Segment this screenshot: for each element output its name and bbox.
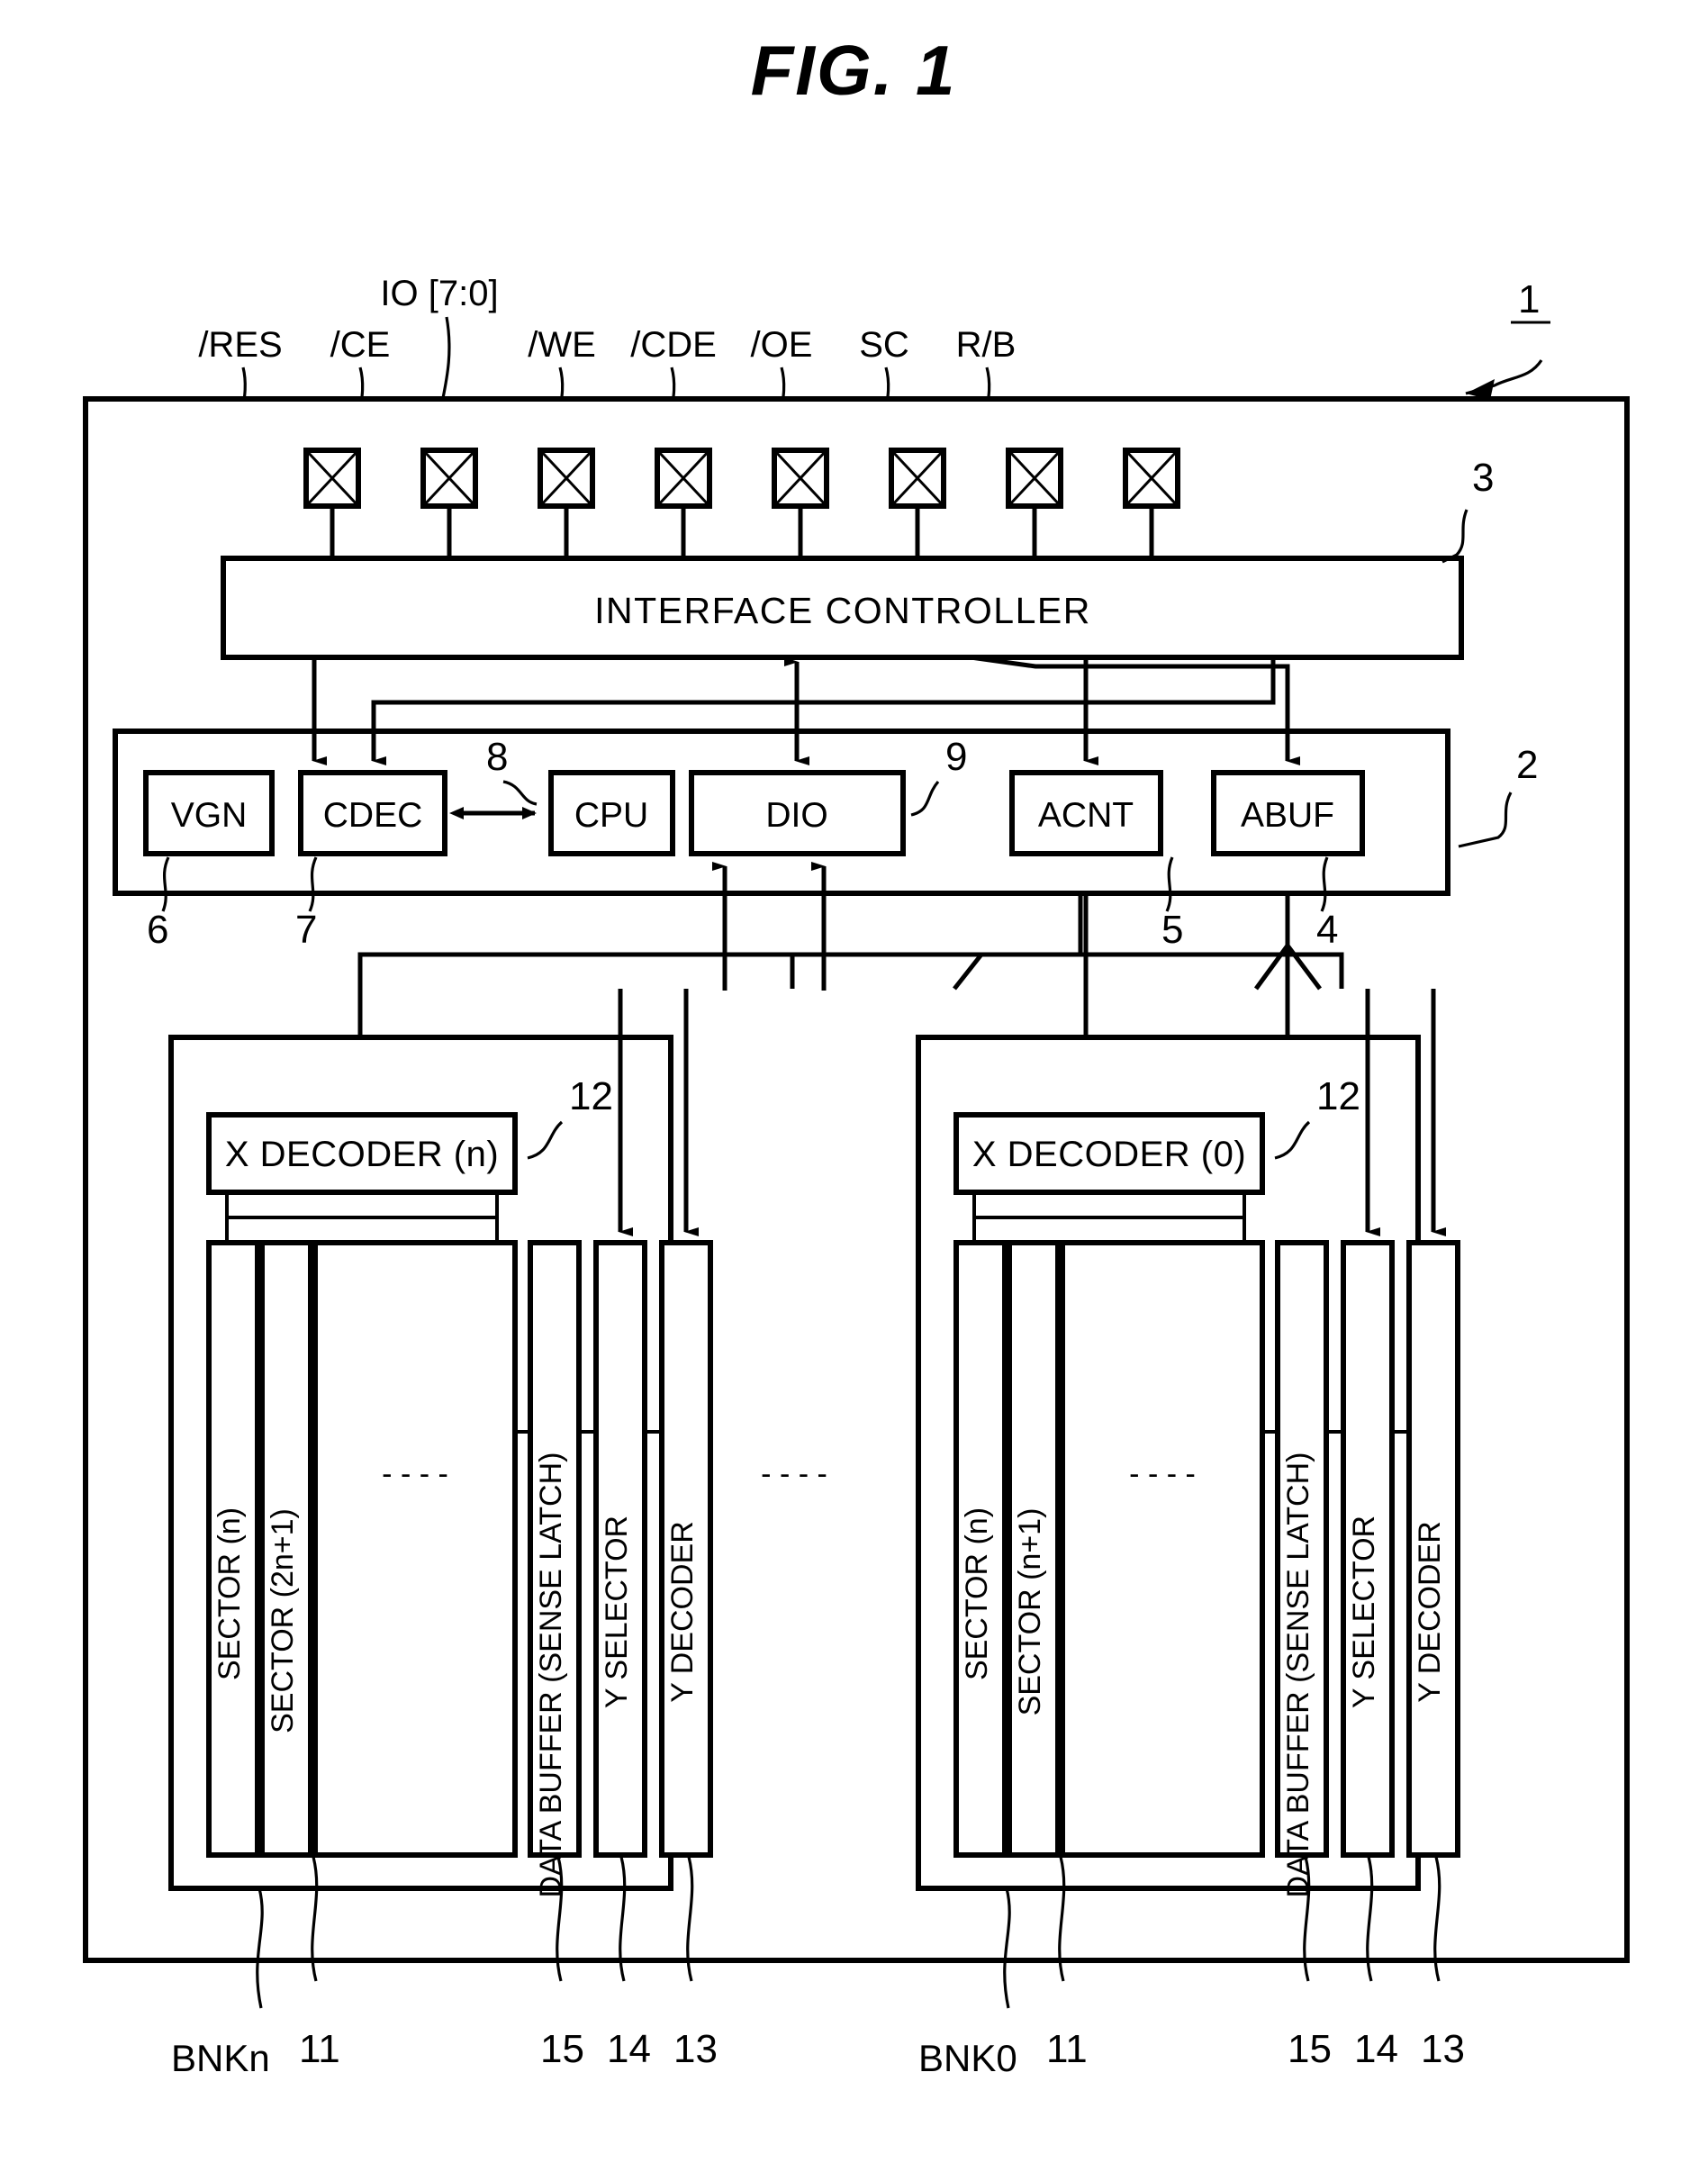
- figure-page: FIG. 1 /RES /CE IO [7:0] /WE /CDE /OE SC…: [0, 0, 1708, 2181]
- right-ref-14: 14: [1354, 2027, 1398, 2071]
- col-sector-2n1-left-label: SECTOR (2n+1): [266, 1508, 300, 1733]
- between-banks-ellipsis: - - - -: [761, 1457, 827, 1491]
- pin-label-res: /RES: [198, 325, 282, 365]
- pin-label-io: IO [7:0]: [380, 274, 498, 313]
- bank-label-bnkn: BNKn: [171, 2037, 270, 2079]
- ref-number-5: 5: [1161, 908, 1183, 952]
- ref-number-9: 9: [945, 735, 967, 779]
- ref-number-1: 1: [1518, 277, 1540, 321]
- col-data-buffer-left-label: DATA BUFFER (SENSE LATCH): [534, 1452, 568, 1898]
- block-abuf-label: ABUF: [1241, 796, 1334, 835]
- block-cdec-label: CDEC: [323, 796, 423, 835]
- pin-label-ce: /CE: [330, 325, 391, 365]
- left-ref-11: 11: [299, 2027, 340, 2071]
- col-gap-left: [312, 1240, 518, 1858]
- ref-number-12-right: 12: [1316, 1074, 1360, 1118]
- pin-label-we: /WE: [528, 325, 596, 365]
- col-y-selector-left-label: Y SELECTOR: [600, 1516, 634, 1708]
- block-vgn-label: VGN: [171, 796, 248, 835]
- pin-label-cde: /CDE: [630, 325, 717, 365]
- ref-number-12-left: 12: [569, 1074, 613, 1118]
- pin-label-rb: R/B: [956, 325, 1017, 365]
- col-data-buffer-right-label: DATA BUFFER (SENSE LATCH): [1281, 1452, 1315, 1898]
- bank-label-bnk0: BNK0: [918, 2037, 1017, 2079]
- block-acnt-label: ACNT: [1038, 796, 1134, 835]
- ref-number-3: 3: [1472, 456, 1494, 500]
- left-ref-15: 15: [540, 2027, 584, 2071]
- pin-label-sc: SC: [859, 325, 909, 365]
- col-gap-right: [1060, 1240, 1265, 1858]
- right-ref-11: 11: [1046, 2027, 1088, 2071]
- col-sector-n-left-label: SECTOR (n): [212, 1507, 247, 1680]
- col-ellipsis-left: - - - -: [382, 1457, 448, 1491]
- right-ref-13: 13: [1421, 2027, 1465, 2071]
- ref-number-8: 8: [486, 735, 508, 779]
- right-ref-15: 15: [1288, 2027, 1332, 2071]
- ref-number-6: 6: [147, 908, 168, 952]
- ref-number-4: 4: [1316, 908, 1338, 952]
- figure-title: FIG. 1: [751, 31, 957, 110]
- col-y-selector-right-label: Y SELECTOR: [1347, 1516, 1381, 1708]
- x-decoder-0-label: X DECODER (0): [972, 1135, 1246, 1174]
- col-y-decoder-left-label: Y DECODER: [665, 1521, 700, 1703]
- col-y-decoder-right-label: Y DECODER: [1413, 1521, 1447, 1703]
- col-sector-n-right-label: SECTOR (n): [960, 1507, 994, 1680]
- left-ref-14: 14: [607, 2027, 651, 2071]
- ref-number-2: 2: [1516, 743, 1538, 787]
- x-decoder-n-label: X DECODER (n): [225, 1135, 499, 1174]
- col-sector-n1-right-label: SECTOR (n+1): [1013, 1508, 1047, 1716]
- ref-number-7: 7: [295, 908, 317, 952]
- block-dio-label: DIO: [765, 796, 827, 835]
- interface-controller-label: INTERFACE CONTROLLER: [594, 590, 1091, 631]
- patent-figure-svg: FIG. 1 /RES /CE IO [7:0] /WE /CDE /OE SC…: [83, 31, 1630, 2079]
- left-ref-13: 13: [673, 2027, 718, 2071]
- block-cpu-label: CPU: [574, 796, 648, 835]
- col-ellipsis-right: - - - -: [1129, 1457, 1196, 1491]
- pin-label-oe: /OE: [751, 325, 813, 365]
